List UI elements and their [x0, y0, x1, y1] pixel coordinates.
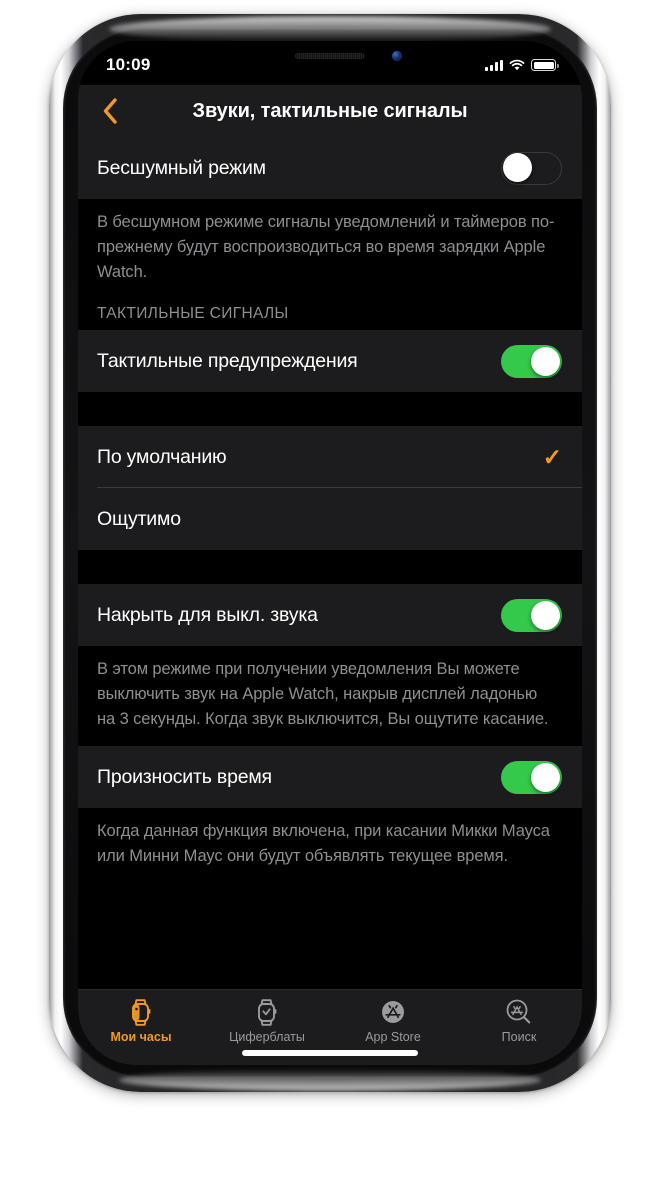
row-silent-mode[interactable]: Бесшумный режим — [78, 137, 582, 199]
toggle-cover-to-mute[interactable] — [501, 598, 562, 632]
tab-app-store[interactable]: App Store — [330, 997, 456, 1044]
status-bar-time: 10:09 — [106, 55, 151, 74]
toggle-knob — [531, 346, 560, 376]
tab-label-app-store: App Store — [365, 1030, 421, 1044]
row-label-speak-time: Произносить время — [97, 765, 272, 788]
row-haptic-prominent[interactable]: Ощутимо — [78, 488, 582, 550]
home-indicator[interactable] — [242, 1050, 418, 1056]
checkmark-icon: ✓ — [542, 443, 562, 470]
toggle-knob — [531, 600, 560, 630]
row-cover-to-mute[interactable]: Накрыть для выкл. звука — [78, 584, 582, 646]
section-header-haptics: ТАКТИЛЬНЫЕ СИГНАЛЫ — [78, 299, 582, 330]
section-gap — [78, 550, 582, 584]
screenshot-stage: 10:09 Звуки, тактильные сигналы Бесшумны… — [0, 0, 660, 1198]
cellular-bars-icon — [485, 59, 503, 71]
page-title: Звуки, тактильные сигналы — [192, 99, 468, 122]
wifi-icon — [509, 59, 525, 71]
toggle-silent-mode[interactable] — [501, 151, 562, 185]
row-haptic-alerts[interactable]: Тактильные предупреждения — [78, 330, 582, 392]
status-bar-indicators — [485, 59, 559, 71]
navigation-bar: Звуки, тактильные сигналы — [78, 85, 582, 137]
watch-icon — [128, 997, 154, 1027]
phone-screen: 10:09 Звуки, тактильные сигналы Бесшумны… — [78, 41, 582, 1065]
row-haptic-default[interactable]: По умолчанию ✓ — [78, 426, 582, 488]
settings-scroll-view[interactable]: Бесшумный режим В бесшумном режиме сигна… — [78, 137, 582, 989]
footnote-silent-mode: В бесшумном режиме сигналы уведомлений и… — [78, 199, 582, 299]
front-camera-icon — [392, 51, 402, 61]
tab-label-face-gallery: Циферблаты — [229, 1030, 305, 1044]
app-store-icon — [379, 997, 407, 1027]
toggle-knob — [503, 153, 532, 182]
row-speak-time[interactable]: Произносить время — [78, 746, 582, 808]
footnote-speak-time: Когда данная функция включена, при касан… — [78, 808, 582, 883]
tab-label-my-watch: Мои часы — [110, 1030, 172, 1044]
tab-search[interactable]: Поиск — [456, 997, 582, 1044]
row-label-silent-mode: Бесшумный режим — [97, 156, 266, 179]
footnote-cover-to-mute: В этом режиме при получении уведомления … — [78, 646, 582, 746]
app-store-search-icon — [504, 997, 534, 1027]
toggle-speak-time[interactable] — [501, 760, 562, 794]
tab-label-search: Поиск — [501, 1030, 537, 1044]
toggle-haptic-alerts[interactable] — [501, 344, 562, 378]
earpiece-speaker-icon — [295, 53, 365, 59]
row-label-haptic-default: По умолчанию — [97, 445, 227, 468]
battery-full-icon — [531, 59, 559, 71]
toggle-knob — [531, 762, 560, 792]
row-label-cover-to-mute: Накрыть для выкл. звука — [97, 603, 318, 626]
section-gap — [78, 392, 582, 426]
back-button[interactable] — [92, 93, 128, 129]
tab-face-gallery[interactable]: Циферблаты — [204, 997, 330, 1044]
tab-my-watch[interactable]: Мои часы — [78, 997, 204, 1044]
chevron-left-icon — [103, 98, 117, 124]
watch-face-icon — [254, 997, 280, 1027]
row-label-haptic-alerts: Тактильные предупреждения — [97, 349, 358, 372]
row-label-haptic-prominent: Ощутимо — [97, 507, 181, 530]
display-notch — [232, 41, 428, 72]
